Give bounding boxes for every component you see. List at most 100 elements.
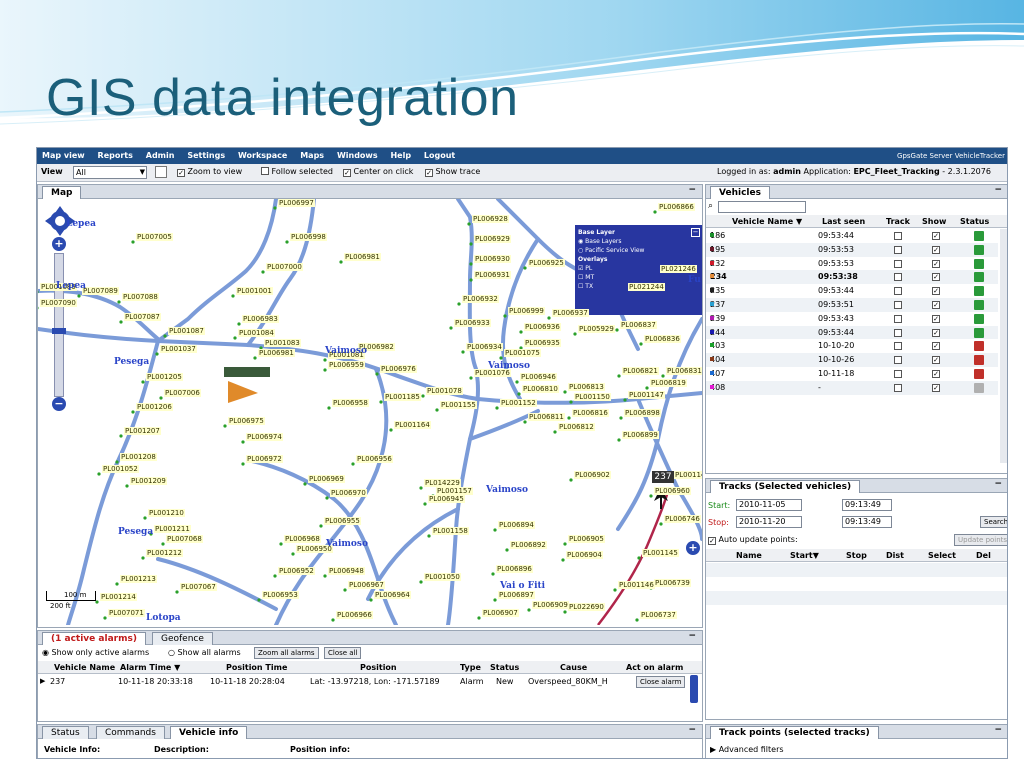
map-point-label[interactable]: PL006999: [508, 307, 545, 315]
vehicle-237-label[interactable]: 237: [652, 471, 674, 483]
map-point-label[interactable]: PL006937: [552, 309, 589, 317]
vehicle-row[interactable]: 408 - ✓: [706, 380, 998, 395]
menu-help[interactable]: Help: [385, 148, 416, 164]
track-checkbox[interactable]: [894, 328, 902, 337]
vehicle-row[interactable]: 244 09:53:44 ✓: [706, 325, 998, 340]
map-point-label[interactable]: PL006929: [474, 235, 511, 243]
map-point-label[interactable]: PL006958: [332, 399, 369, 407]
map-point-label[interactable]: PL006932: [462, 295, 499, 303]
map-point-label[interactable]: PL001052: [102, 465, 139, 473]
map-point-label[interactable]: PL006953: [262, 591, 299, 599]
show-checkbox[interactable]: ✓: [932, 259, 940, 268]
col-dist[interactable]: Dist: [886, 551, 904, 560]
map-point-label[interactable]: PL001001: [236, 287, 273, 295]
col-show[interactable]: Show: [922, 217, 946, 226]
map-point-label[interactable]: PL006970: [330, 489, 367, 497]
map-point-label[interactable]: PL001084: [238, 329, 275, 337]
zoom-to-view-checkbox[interactable]: ✓: [177, 169, 185, 177]
start-date-input[interactable]: 2010-11-05: [736, 499, 802, 511]
zoom-all-alarms-button[interactable]: Zoom all alarms: [254, 647, 319, 659]
map-point-label[interactable]: PL006831: [666, 367, 702, 375]
map-point-label[interactable]: PL006952: [278, 567, 315, 575]
center-on-click-checkbox[interactable]: ✓: [343, 169, 351, 177]
auto-update-checkbox[interactable]: ✓: [708, 537, 716, 545]
col-name[interactable]: Name: [736, 551, 762, 560]
map-point-label[interactable]: PL007000: [266, 263, 303, 271]
info-minimize-icon[interactable]: −: [688, 725, 696, 735]
map-point-label[interactable]: PL001214: [100, 593, 137, 601]
col-stop[interactable]: Stop: [846, 551, 867, 560]
show-checkbox[interactable]: ✓: [932, 287, 940, 296]
map-point-label[interactable]: PL007071: [108, 609, 145, 617]
map-point-label[interactable]: PL006819: [650, 379, 687, 387]
menu-admin[interactable]: Admin: [141, 148, 180, 164]
map-point-label[interactable]: PL006892: [510, 541, 547, 549]
map-point-label[interactable]: PL007067: [180, 583, 217, 591]
map-point-label[interactable]: PL006904: [566, 551, 603, 559]
map-point-label[interactable]: PL006746: [664, 515, 701, 523]
col-start[interactable]: Start▼: [790, 551, 819, 560]
show-trace-checkbox[interactable]: ✓: [425, 169, 433, 177]
track-checkbox[interactable]: [894, 356, 902, 365]
map-point-label[interactable]: PL001206: [136, 403, 173, 411]
col-act-on-alarm[interactable]: Act on alarm: [626, 663, 683, 672]
pacific-view-option[interactable]: ○ Pacific Service View: [578, 246, 700, 255]
col-del[interactable]: Del: [976, 551, 991, 560]
map-point-label[interactable]: PL006956: [356, 455, 393, 463]
zoom-to-view-option[interactable]: ✓ Zoom to view: [177, 167, 242, 177]
tab-track-points[interactable]: Track points (selected tracks): [710, 726, 879, 739]
map-point-label[interactable]: PL006816: [572, 409, 609, 417]
zoom-slider[interactable]: [52, 253, 66, 397]
map-point-label[interactable]: PL001050: [424, 573, 461, 581]
map-point-label[interactable]: PL005929: [578, 325, 615, 333]
track-checkbox[interactable]: [894, 232, 902, 240]
map-point-label[interactable]: PL006907: [482, 609, 519, 617]
map-point-label[interactable]: PL007006: [164, 389, 201, 397]
vehicle-row[interactable]: 237 09:53:51 ✓: [706, 298, 998, 312]
map-point-label[interactable]: PL006960: [654, 487, 691, 495]
track-checkbox[interactable]: [894, 287, 902, 296]
col-alarm-vehicle[interactable]: Vehicle Name: [54, 663, 115, 672]
map-point-label[interactable]: PL006928: [472, 215, 509, 223]
map-point-label[interactable]: PL001207: [124, 427, 161, 435]
vehicle-row[interactable]: 195 09:53:53 ✓: [706, 242, 998, 257]
col-type[interactable]: Type: [460, 663, 481, 672]
map-point-label[interactable]: PL001155: [440, 401, 477, 409]
zoom-out-icon[interactable]: −: [52, 397, 66, 411]
map-point-label[interactable]: PL006897: [498, 591, 535, 599]
map-point-label[interactable]: PL006934: [466, 343, 503, 351]
show-checkbox[interactable]: ✓: [932, 383, 940, 392]
map-point-label[interactable]: PL007005: [136, 233, 173, 241]
overlay-mt-option[interactable]: ☐ MT: [578, 273, 700, 282]
col-status[interactable]: Status: [960, 217, 989, 226]
menu-settings[interactable]: Settings: [182, 148, 230, 164]
map-point-label[interactable]: PL006945: [428, 495, 465, 503]
tab-map[interactable]: Map: [42, 186, 82, 199]
track-checkbox[interactable]: [894, 383, 902, 392]
vehicle-row[interactable]: 403 10-10-20 ✓: [706, 339, 998, 353]
minimize-icon[interactable]: −: [688, 185, 696, 195]
auto-update-option[interactable]: ✓ Auto update points:: [708, 535, 798, 545]
map-point-label[interactable]: PL006837: [620, 321, 657, 329]
layer-minimize-icon[interactable]: −: [691, 228, 700, 237]
map-point-label[interactable]: PL007068: [166, 535, 203, 543]
map-point-label[interactable]: PL001075: [504, 349, 541, 357]
col-select[interactable]: Select: [928, 551, 956, 560]
tab-geofence[interactable]: Geofence: [152, 632, 213, 645]
col-alarm-time[interactable]: Alarm Time ▼: [120, 663, 180, 672]
follow-selected-option[interactable]: Follow selected: [261, 167, 333, 176]
vehicle-marker-icon[interactable]: [226, 379, 260, 405]
show-checkbox[interactable]: ✓: [932, 356, 940, 365]
map-point-label[interactable]: PL006955: [324, 517, 361, 525]
map-point-label[interactable]: PL006935: [524, 339, 561, 347]
center-on-click-option[interactable]: ✓ Center on click: [343, 167, 413, 177]
col-track[interactable]: Track: [886, 217, 910, 226]
map-point-label[interactable]: PL006946: [520, 373, 557, 381]
col-position[interactable]: Position: [360, 663, 397, 672]
menu-windows[interactable]: Windows: [332, 148, 383, 164]
map-point-label[interactable]: PL001087: [168, 327, 205, 335]
map-point-label[interactable]: PL001145: [642, 549, 679, 557]
stop-date-input[interactable]: 2010-11-20: [736, 516, 802, 528]
map-point-label[interactable]: PL006974: [246, 433, 283, 441]
map-point-label[interactable]: PL007087: [124, 313, 161, 321]
